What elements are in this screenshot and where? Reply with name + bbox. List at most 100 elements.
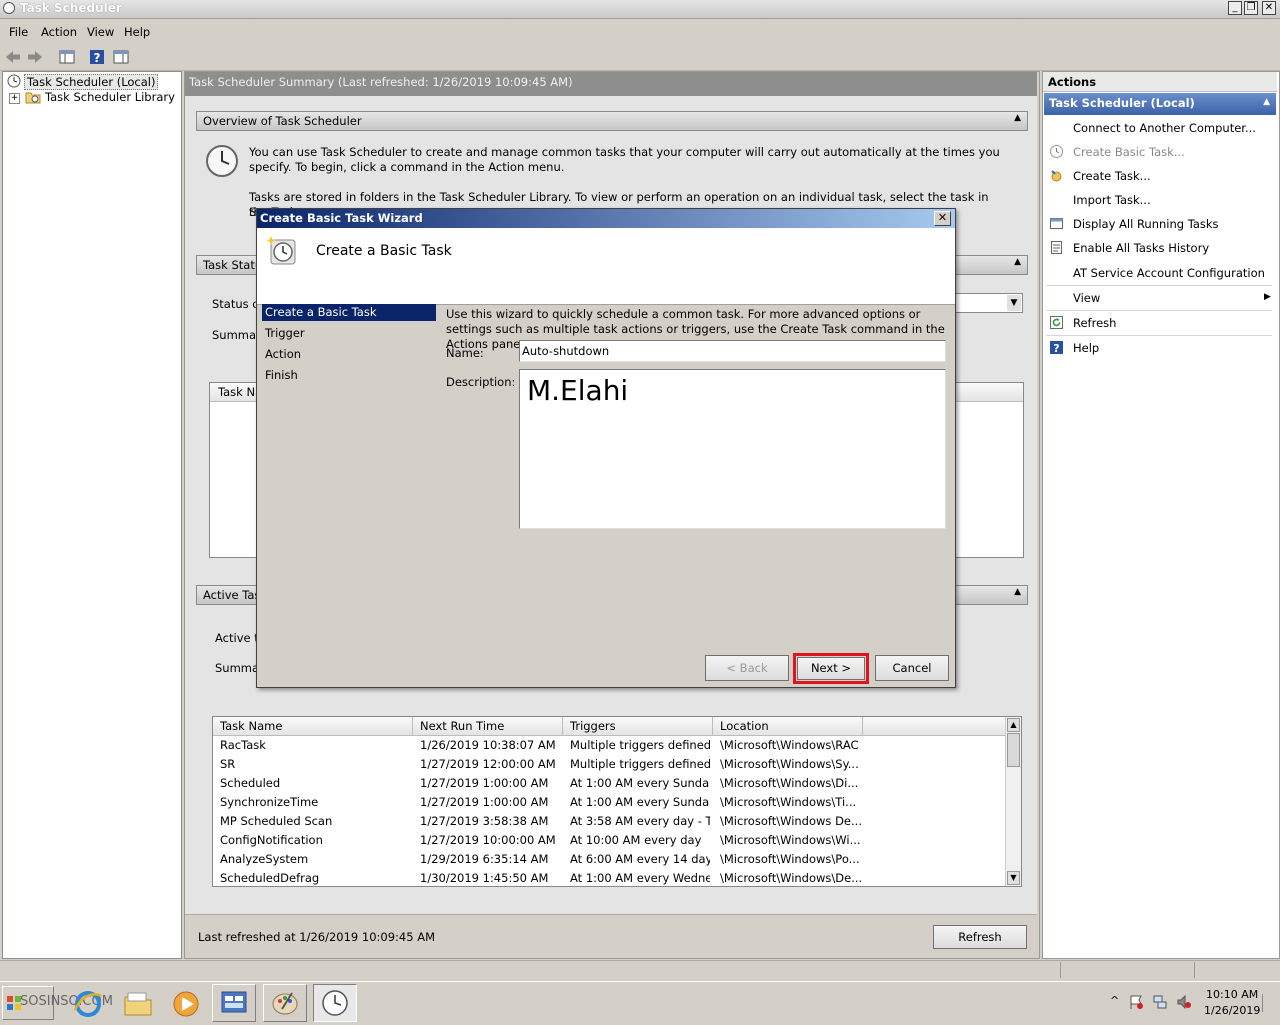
wizard-close-button[interactable]: ✕	[934, 211, 951, 226]
create-basic-task-icon	[1050, 145, 1063, 158]
action-center-flag-icon[interactable]	[1128, 994, 1144, 1010]
table-row[interactable]: ScheduledDefrag 1/30/2019 1:45:50 AM At …	[213, 869, 1007, 886]
column-divider[interactable]	[562, 717, 563, 735]
menu-help[interactable]: Help	[124, 25, 150, 39]
table-row[interactable]: RacTask 1/26/2019 10:38:07 AM Multiple t…	[213, 736, 1007, 755]
task-scheduler-icon	[3, 2, 15, 14]
action-create-basic-task[interactable]: Create Basic Task...	[1073, 145, 1185, 159]
internet-explorer-icon[interactable]	[72, 988, 104, 1020]
cell-triggers: At 1:00 AM every Sunda...	[570, 795, 710, 809]
action-at-service-account-configuration[interactable]: AT Service Account Configuration	[1073, 266, 1265, 280]
action-connect-to-another-computer[interactable]: Connect to Another Computer...	[1073, 121, 1256, 135]
action-enable-all-tasks-history[interactable]: Enable All Tasks History	[1073, 241, 1209, 255]
menu-action[interactable]: Action	[41, 25, 77, 39]
cell-next-run-time: 1/30/2019 1:45:50 AM	[420, 871, 549, 885]
next-button[interactable]: Next >	[797, 657, 865, 680]
column-divider[interactable]	[862, 717, 863, 735]
column-divider[interactable]	[412, 717, 413, 735]
wizard-step-trigger[interactable]: Trigger	[265, 326, 305, 340]
forward-arrow-icon[interactable]	[26, 48, 44, 66]
task-scheduler-taskbar-button[interactable]	[313, 984, 357, 1022]
tree-item-task-scheduler-local[interactable]: Task Scheduler (Local)	[24, 74, 159, 90]
collapse-caret-icon[interactable]: ▲	[1014, 113, 1021, 123]
refresh-button[interactable]: Refresh	[933, 925, 1027, 949]
description-textarea[interactable]: M.Elahi	[519, 369, 946, 529]
show-hide-action-pane-icon[interactable]	[112, 48, 130, 66]
table-row[interactable]: SR 1/27/2019 12:00:00 AM Multiple trigge…	[213, 755, 1007, 774]
scroll-up-arrow-icon[interactable]: ▲	[1007, 718, 1020, 732]
overview-section-header[interactable]: Overview of Task Scheduler ▲	[196, 111, 1028, 131]
show-hide-console-tree-icon[interactable]	[58, 48, 76, 66]
network-icon[interactable]	[1152, 994, 1168, 1010]
cell-next-run-time: 1/27/2019 10:00:00 AM	[420, 833, 556, 847]
name-input-value: Auto-shutdown	[522, 344, 610, 358]
table-scrollbar[interactable]: ▲ ▼	[1005, 717, 1021, 886]
clock-date[interactable]: 1/26/2019	[1204, 1004, 1260, 1017]
column-header-triggers[interactable]: Triggers	[570, 719, 616, 733]
action-create-task[interactable]: Create Task...	[1073, 169, 1151, 183]
menu-view[interactable]: View	[87, 25, 114, 39]
show-desktop-button[interactable]	[1262, 994, 1277, 1012]
wizard-step-create-basic-task[interactable]: Create a Basic Task	[262, 304, 436, 321]
active-tasks-label: Active t	[215, 631, 259, 645]
action-view[interactable]: View	[1073, 291, 1100, 305]
collapse-caret-icon[interactable]: ▲	[1014, 257, 1021, 267]
wizard-title: Create Basic Task Wizard	[260, 211, 423, 225]
refresh-icon	[1050, 316, 1063, 329]
back-arrow-icon[interactable]	[4, 48, 22, 66]
column-header-location[interactable]: Location	[720, 719, 769, 733]
status-period-dropdown[interactable]: ▼	[953, 293, 1023, 313]
chevron-down-icon[interactable]: ▼	[1007, 295, 1021, 311]
scroll-down-arrow-icon[interactable]: ▼	[1007, 871, 1020, 885]
scrollbar-thumb[interactable]	[1007, 733, 1020, 767]
cell-next-run-time: 1/27/2019 3:58:38 AM	[420, 814, 549, 828]
submenu-arrow-icon[interactable]: ▶	[1264, 292, 1271, 302]
actions-section-header[interactable]: Task Scheduler (Local) ▲	[1044, 93, 1276, 115]
collapse-caret-icon[interactable]: ▲	[1014, 587, 1021, 597]
table-row[interactable]: SynchronizeTime 1/27/2019 1:00:00 AM At …	[213, 793, 1007, 812]
tray-expand-icon[interactable]: ^	[1110, 994, 1119, 1007]
help-icon: ?	[1050, 341, 1063, 355]
table-header: Task Name Next Run Time Triggers Locatio…	[213, 717, 1007, 736]
control-panel-taskbar-button[interactable]	[263, 984, 307, 1022]
table-row[interactable]: AnalyzeSystem 1/29/2019 6:35:14 AM At 6:…	[213, 850, 1007, 869]
action-help[interactable]: Help	[1073, 341, 1099, 355]
cell-task-name: AnalyzeSystem	[220, 852, 309, 866]
help-icon[interactable]: ?	[88, 48, 106, 66]
tree-item-task-scheduler-library[interactable]: Task Scheduler Library	[45, 90, 175, 104]
minimize-button[interactable]: _	[1228, 1, 1242, 15]
file-explorer-icon[interactable]	[122, 988, 154, 1020]
wizard-titlebar[interactable]: Create Basic Task Wizard	[257, 209, 955, 228]
table-row[interactable]: MP Scheduled Scan 1/27/2019 3:58:38 AM A…	[213, 812, 1007, 831]
cell-task-name: Scheduled	[220, 776, 281, 790]
media-player-icon[interactable]	[170, 988, 202, 1020]
summary-header-text: Task Scheduler Summary (Last refreshed: …	[189, 75, 573, 89]
action-import-task[interactable]: Import Task...	[1073, 193, 1151, 207]
wizard-step-action[interactable]: Action	[265, 347, 301, 361]
table-row[interactable]: ConfigNotification 1/27/2019 10:00:00 AM…	[213, 831, 1007, 850]
description-value: M.Elahi	[527, 374, 629, 407]
close-button[interactable]: ✕	[1262, 1, 1276, 15]
maximize-button[interactable]: ❐	[1244, 1, 1258, 15]
wizard-step-finish[interactable]: Finish	[265, 368, 298, 382]
server-manager-icon	[221, 991, 247, 1013]
menu-file[interactable]: File	[9, 25, 28, 39]
name-input[interactable]: Auto-shutdown	[519, 340, 946, 362]
wizard-clock-icon	[266, 236, 296, 265]
cell-task-name: SynchronizeTime	[220, 795, 319, 809]
table-row[interactable]: Scheduled 1/27/2019 1:00:00 AM At 1:00 A…	[213, 774, 1007, 793]
column-header-task-name[interactable]: Task Name	[220, 719, 282, 733]
cancel-button[interactable]: Cancel	[875, 655, 949, 681]
cell-triggers: At 6:00 AM every 14 days	[570, 852, 710, 866]
column-divider[interactable]	[712, 717, 713, 735]
column-header-next-run-time[interactable]: Next Run Time	[420, 719, 504, 733]
action-display-all-running-tasks[interactable]: Display All Running Tasks	[1073, 217, 1219, 231]
server-manager-taskbar-button[interactable]	[212, 984, 256, 1022]
clock-time[interactable]: 10:10 AM	[1206, 988, 1258, 1001]
action-refresh[interactable]: Refresh	[1073, 316, 1116, 330]
volume-muted-icon[interactable]	[1176, 994, 1192, 1010]
collapse-caret-icon[interactable]: ▲	[1263, 97, 1270, 107]
cell-next-run-time: 1/27/2019 1:00:00 AM	[420, 795, 549, 809]
tree-expand-toggle[interactable]: +	[9, 93, 20, 104]
back-button[interactable]: < Back	[705, 655, 789, 681]
